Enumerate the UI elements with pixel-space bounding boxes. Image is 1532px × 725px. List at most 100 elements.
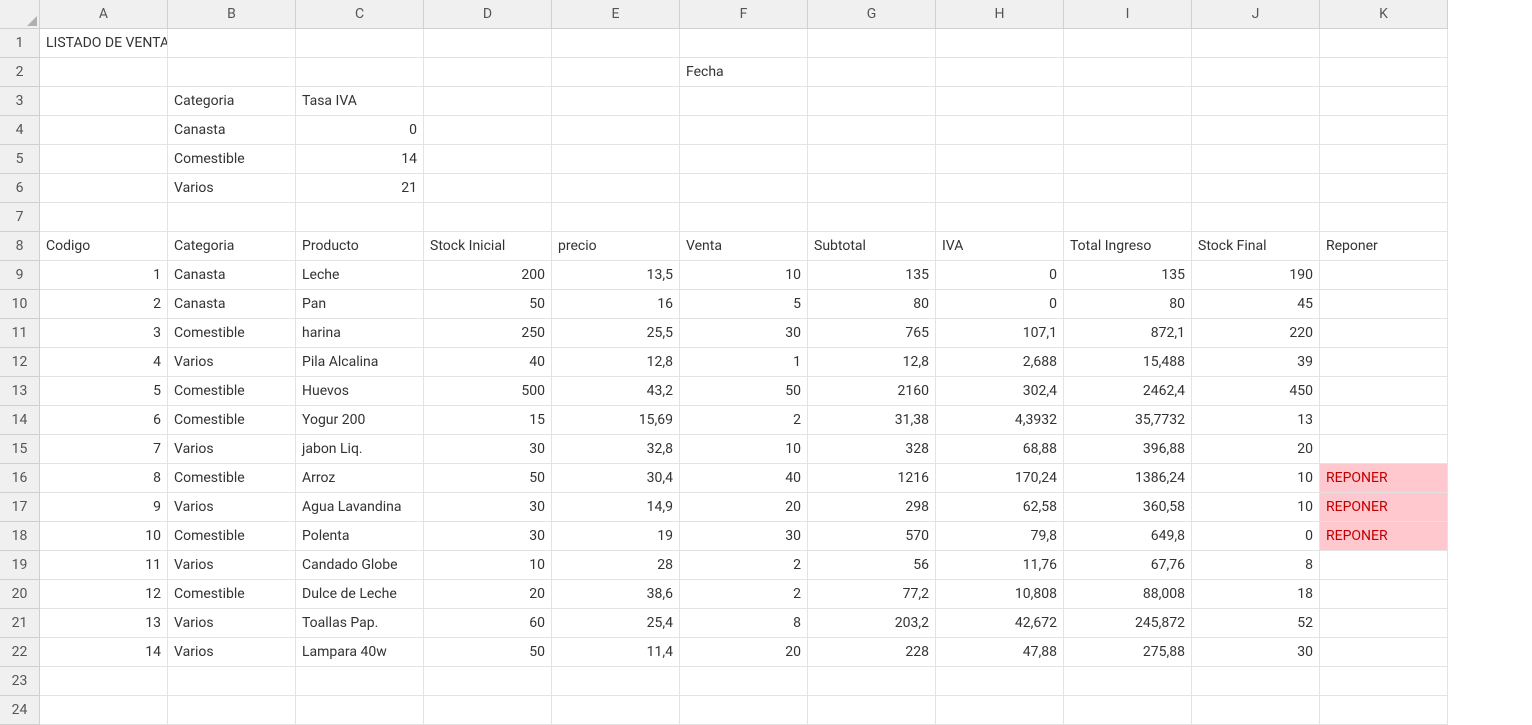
reponer-7[interactable]: REPONER [1320,464,1448,493]
cell-F4[interactable] [680,116,808,145]
categoria-12[interactable]: Varios [168,609,296,638]
cell-D23[interactable] [424,667,552,696]
col-header-G[interactable]: G [808,0,936,29]
cell-D3[interactable] [424,87,552,116]
cell-K23[interactable] [1320,667,1448,696]
stockini-13[interactable]: 50 [424,638,552,667]
cell-K6[interactable] [1320,174,1448,203]
venta-9[interactable]: 30 [680,522,808,551]
iva-4[interactable]: 302,4 [936,377,1064,406]
row-header-24[interactable]: 24 [0,696,40,725]
stockini-2[interactable]: 250 [424,319,552,348]
codigo-10[interactable]: 11 [40,551,168,580]
iva-7[interactable]: 170,24 [936,464,1064,493]
precio-1[interactable]: 16 [552,290,680,319]
main-header-3[interactable]: Stock Inicial [424,232,552,261]
row-header-21[interactable]: 21 [0,609,40,638]
cell-A4[interactable] [40,116,168,145]
main-header-4[interactable]: precio [552,232,680,261]
cell-B23[interactable] [168,667,296,696]
reponer-9[interactable]: REPONER [1320,522,1448,551]
venta-2[interactable]: 30 [680,319,808,348]
stockfin-8[interactable]: 10 [1192,493,1320,522]
cell-H3[interactable] [936,87,1064,116]
row-header-20[interactable]: 20 [0,580,40,609]
cell-F5[interactable] [680,145,808,174]
cell-J2[interactable] [1192,58,1320,87]
producto-11[interactable]: Dulce de Leche [296,580,424,609]
cell-D5[interactable] [424,145,552,174]
cell-K1[interactable] [1320,29,1448,58]
cell-D24[interactable] [424,696,552,725]
iva-11[interactable]: 10,808 [936,580,1064,609]
total-1[interactable]: 80 [1064,290,1192,319]
cell-H23[interactable] [936,667,1064,696]
producto-13[interactable]: Lampara 40w [296,638,424,667]
iva-cat-2[interactable]: Varios [168,174,296,203]
precio-10[interactable]: 28 [552,551,680,580]
categoria-9[interactable]: Comestible [168,522,296,551]
cell-I2[interactable] [1064,58,1192,87]
cell-J1[interactable] [1192,29,1320,58]
categoria-10[interactable]: Varios [168,551,296,580]
stockfin-12[interactable]: 52 [1192,609,1320,638]
cell-F7[interactable] [680,203,808,232]
cell-I7[interactable] [1064,203,1192,232]
producto-4[interactable]: Huevos [296,377,424,406]
cell-E4[interactable] [552,116,680,145]
cell-F23[interactable] [680,667,808,696]
categoria-5[interactable]: Comestible [168,406,296,435]
categoria-7[interactable]: Comestible [168,464,296,493]
cell-G24[interactable] [808,696,936,725]
categoria-0[interactable]: Canasta [168,261,296,290]
cell-G7[interactable] [808,203,936,232]
cell-E23[interactable] [552,667,680,696]
cell-K4[interactable] [1320,116,1448,145]
subtotal-7[interactable]: 1216 [808,464,936,493]
cell-A24[interactable] [40,696,168,725]
row-header-22[interactable]: 22 [0,638,40,667]
select-all-corner[interactable] [0,0,40,29]
iva-5[interactable]: 4,3932 [936,406,1064,435]
cell-I1[interactable] [1064,29,1192,58]
row-header-10[interactable]: 10 [0,290,40,319]
codigo-3[interactable]: 4 [40,348,168,377]
precio-2[interactable]: 25,5 [552,319,680,348]
iva-9[interactable]: 79,8 [936,522,1064,551]
stockini-10[interactable]: 10 [424,551,552,580]
cell-E24[interactable] [552,696,680,725]
iva-0[interactable]: 0 [936,261,1064,290]
cell-G5[interactable] [808,145,936,174]
stockfin-6[interactable]: 20 [1192,435,1320,464]
subtotal-6[interactable]: 328 [808,435,936,464]
cell-I6[interactable] [1064,174,1192,203]
iva-cat-1[interactable]: Comestible [168,145,296,174]
cell-F3[interactable] [680,87,808,116]
codigo-13[interactable]: 14 [40,638,168,667]
iva-8[interactable]: 62,58 [936,493,1064,522]
subtotal-11[interactable]: 77,2 [808,580,936,609]
cell-D7[interactable] [424,203,552,232]
cell-K2[interactable] [1320,58,1448,87]
row-header-5[interactable]: 5 [0,145,40,174]
stockfin-1[interactable]: 45 [1192,290,1320,319]
stockini-3[interactable]: 40 [424,348,552,377]
precio-0[interactable]: 13,5 [552,261,680,290]
iva-3[interactable]: 2,688 [936,348,1064,377]
cell-G3[interactable] [808,87,936,116]
cell-J4[interactable] [1192,116,1320,145]
stockfin-10[interactable]: 8 [1192,551,1320,580]
cell-G2[interactable] [808,58,936,87]
codigo-9[interactable]: 10 [40,522,168,551]
cell-E1[interactable] [552,29,680,58]
iva-header-tasa[interactable]: Tasa IVA [296,87,424,116]
stockini-5[interactable]: 15 [424,406,552,435]
producto-2[interactable]: harina [296,319,424,348]
total-3[interactable]: 15,488 [1064,348,1192,377]
row-header-11[interactable]: 11 [0,319,40,348]
categoria-6[interactable]: Varios [168,435,296,464]
cell-I4[interactable] [1064,116,1192,145]
cell-H2[interactable] [936,58,1064,87]
subtotal-1[interactable]: 80 [808,290,936,319]
main-header-7[interactable]: IVA [936,232,1064,261]
